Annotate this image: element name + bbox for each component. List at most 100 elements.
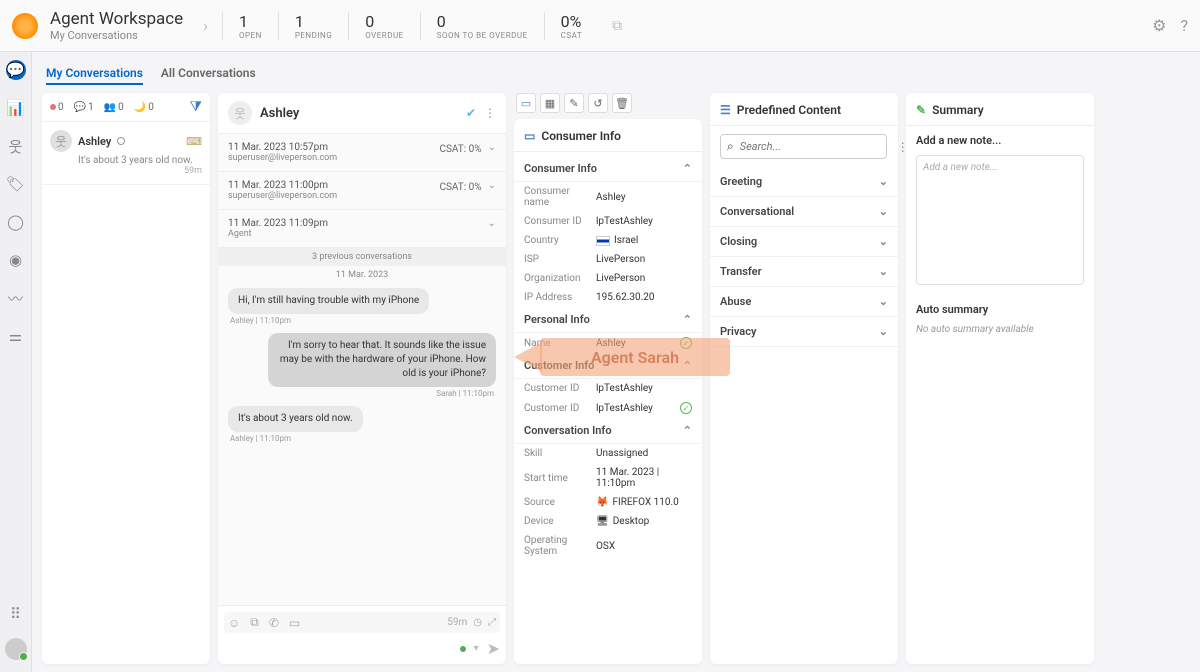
info-value: lpTestAshley <box>596 216 653 227</box>
link-icon[interactable]: ⧉ <box>250 615 259 630</box>
expand-icon[interactable]: ⤢ <box>488 617 496 628</box>
info-key: Country <box>524 235 596 246</box>
timer-label: 59m <box>447 617 467 628</box>
settings-icon[interactable]: ⚙ <box>1152 16 1166 35</box>
filter-icon[interactable]: ⧩ <box>190 99 203 115</box>
predefined-content-panel: ☰ Predefined Content ⌕ ⋮ Greeting⌄Conver… <box>710 93 898 664</box>
search-field[interactable]: ⌕ <box>720 134 887 159</box>
info-row: Operating SystemOSX <box>514 531 702 561</box>
section-personal-info[interactable]: Personal Info⌃ <box>514 307 702 333</box>
tab-my-conversations[interactable]: My Conversations <box>46 66 143 85</box>
help-icon[interactable]: ? <box>1180 16 1188 35</box>
section-conversation-info[interactable]: Conversation Info⌃ <box>514 418 702 444</box>
counter-0: 0 <box>50 102 64 113</box>
user-avatar[interactable] <box>5 638 27 660</box>
composer-toolbar: ☺ ⧉ ✆ ▭ 59m ◷ ⤢ <box>224 612 500 633</box>
note-icon: ✎ <box>916 103 926 117</box>
id-card-icon: ▭ <box>524 129 535 143</box>
main-area: My Conversations All Conversations 0 💬1 … <box>32 52 1200 672</box>
history-item[interactable]: ⌄ CSAT: 0% 11 Mar. 2023 10:57pm superuse… <box>218 134 506 172</box>
nav-path-icon[interactable]: 〰 <box>6 288 26 308</box>
auto-summary-text: No auto summary available <box>906 324 1094 335</box>
info-key: Customer ID <box>524 403 596 414</box>
predefined-item[interactable]: Closing⌄ <box>710 227 898 257</box>
chat-name: Ashley <box>260 106 299 121</box>
tool-id-icon[interactable]: ▭ <box>516 93 536 113</box>
copy-icon[interactable]: ⧉ <box>612 18 622 34</box>
info-value: Israel <box>596 235 638 246</box>
chevron-up-icon: ⌃ <box>683 162 692 175</box>
chevron-down-icon: ⌄ <box>879 175 888 188</box>
stat-overdue: 0OVERDUE <box>348 12 419 40</box>
info-value: Ashley <box>596 338 626 349</box>
chat-thread[interactable]: ⌄ CSAT: 0% 11 Mar. 2023 10:57pm superuse… <box>218 133 506 605</box>
chevron-down-icon: ⌄ <box>879 205 888 218</box>
more-icon[interactable]: ⋮ <box>484 106 496 120</box>
tab-all-conversations[interactable]: All Conversations <box>161 66 256 85</box>
nav-analytics-icon[interactable]: 📊 <box>6 98 26 118</box>
info-value: 🖥Desktop <box>596 516 649 527</box>
stat-csat: 0%CSAT <box>544 12 598 40</box>
auto-summary-label: Auto summary <box>906 295 1094 324</box>
info-row: Source🦊FIREFOX 110.0 <box>514 493 702 512</box>
top-bar: Agent Workspace My Conversations › 1OPEN… <box>0 0 1200 52</box>
app-logo <box>12 13 38 39</box>
predefined-item[interactable]: Abuse⌄ <box>710 287 898 317</box>
nav-user-icon[interactable]: ◯ <box>6 212 26 232</box>
conversation-item[interactable]: 웃 Ashley ⌨ It's about 3 years old now. 5… <box>42 122 210 185</box>
info-toolbar: ▭ ▦ ✎ ↺ 🗑 <box>514 93 702 119</box>
history-item[interactable]: ⌄ 11 Mar. 2023 11:09pm Agent <box>218 210 506 248</box>
panel-header: ☰ Predefined Content <box>710 93 898 126</box>
send-icon[interactable]: ➤ <box>487 639 500 658</box>
nav-tag-icon[interactable]: 🏷 <box>6 174 26 194</box>
nav-globe-icon[interactable]: ◉ <box>6 250 26 270</box>
section-consumer-info[interactable]: Consumer Info⌃ <box>514 156 702 182</box>
tool-delete-icon[interactable]: 🗑 <box>612 93 632 113</box>
history-item[interactable]: ⌄ CSAT: 0% 11 Mar. 2023 11:00pm superuse… <box>218 172 506 210</box>
chat-avatar-icon: 웃 <box>228 101 252 125</box>
nav-people-icon[interactable]: 웃 <box>6 136 26 156</box>
tool-history-icon[interactable]: ↺ <box>588 93 608 113</box>
video-icon[interactable]: ▭ <box>289 616 300 630</box>
search-input[interactable] <box>740 140 880 153</box>
chat-header: 웃 Ashley ✔ ⋮ <box>218 93 506 133</box>
info-row: ISPLivePerson <box>514 250 702 269</box>
tool-calendar-icon[interactable]: ▦ <box>540 93 560 113</box>
browser-icon: 🦊 <box>596 497 608 508</box>
chevron-right-icon[interactable]: › <box>203 16 208 35</box>
info-key: Consumer name <box>524 186 596 208</box>
predefined-item[interactable]: Conversational⌄ <box>710 197 898 227</box>
emoji-icon[interactable]: ☺ <box>228 616 240 630</box>
chevron-up-icon: ⌃ <box>683 424 692 437</box>
nav-apps-icon[interactable]: ⠿ <box>6 604 26 624</box>
info-value: lpTestAshley <box>596 383 653 394</box>
status-dot <box>460 646 466 652</box>
chat-panel: 웃 Ashley ✔ ⋮ ⌄ CSAT: 0% 11 Mar. 2023 10:… <box>218 93 506 664</box>
predefined-item[interactable]: Greeting⌄ <box>710 167 898 197</box>
info-key: Device <box>524 516 596 527</box>
nav-sliders-icon[interactable]: ⚌ <box>6 326 26 346</box>
device-icon: 🖥 <box>596 516 609 527</box>
section-customer-info[interactable]: Customer Info⌃ <box>514 353 702 379</box>
avatar-icon: 웃 <box>50 130 72 152</box>
predefined-item[interactable]: Transfer⌄ <box>710 257 898 287</box>
chevron-up-icon: ⌃ <box>683 313 692 326</box>
tool-edit-icon[interactable]: ✎ <box>564 93 584 113</box>
info-value: Unassigned <box>596 448 648 459</box>
panel-header: ▭ Consumer Info <box>514 119 702 152</box>
stat-soon: 0SOON TO BE OVERDUE <box>420 12 544 40</box>
checkmark-icon[interactable]: ✔ <box>466 106 476 120</box>
check-icon: ✓ <box>680 337 692 349</box>
consumer-column: ▭ ▦ ✎ ↺ 🗑 ▭ Consumer Info Consumer Info⌃… <box>514 93 702 664</box>
chevron-down-icon: ⌄ <box>488 142 496 153</box>
phone-icon[interactable]: ✆ <box>269 616 279 630</box>
previous-divider: 3 previous conversations <box>218 248 506 266</box>
note-textarea[interactable]: Add a new note... <box>916 155 1084 285</box>
info-value: LivePerson <box>596 273 645 284</box>
predefined-item[interactable]: Privacy⌄ <box>710 317 898 347</box>
consumer-body[interactable]: Consumer Info⌃ Consumer nameAshleyConsum… <box>514 152 702 664</box>
dropdown-icon[interactable]: ▾ <box>474 643 479 654</box>
flag-icon <box>596 236 610 246</box>
nav-conversations-icon[interactable]: 💬 <box>6 60 26 80</box>
info-row: Customer IDlpTestAshley <box>514 379 702 398</box>
